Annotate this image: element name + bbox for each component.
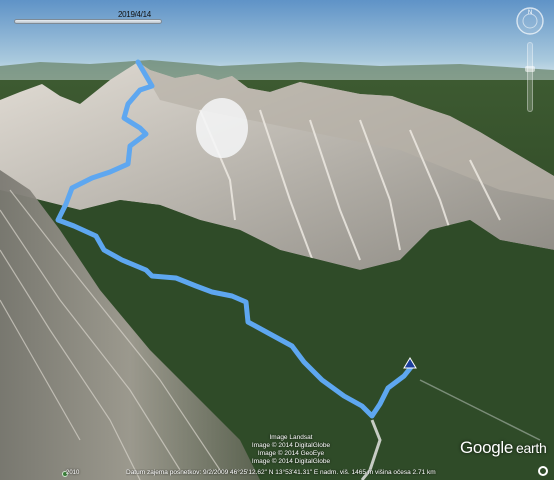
status-readout: Datum zajema posnetkov: 9/2/2009 46°25'1…: [126, 469, 436, 476]
compass-icon[interactable]: N: [515, 6, 545, 36]
credit-line: Image © 2014 GeoEye: [257, 450, 325, 457]
google-earth-logo: Google earth: [460, 438, 547, 458]
credit-line: Image Landsat: [269, 434, 313, 441]
imagery-credits: Image Landsat Image © 2014 DigitalGlobe …: [236, 434, 346, 466]
navigation-controls: N: [512, 6, 548, 126]
terrain-view[interactable]: [0, 0, 554, 480]
credit-line: Image © 2014 DigitalGlobe: [251, 442, 331, 449]
logo-earth: earth: [516, 440, 547, 456]
svg-text:N: N: [528, 10, 532, 16]
time-slider[interactable]: 2019/4/14: [14, 10, 162, 26]
imagery-year: 2010: [66, 470, 80, 476]
map-viewport[interactable]: 2019/4/14 N Image Landsat Image © 2014 D…: [0, 0, 554, 480]
cloud: [196, 98, 248, 158]
time-slider-track[interactable]: [14, 19, 162, 24]
time-slider-label: 2019/4/14: [118, 10, 151, 19]
zoom-slider-knob[interactable]: [525, 66, 535, 72]
street-view-icon[interactable]: [538, 466, 548, 476]
logo-google: Google: [460, 438, 514, 457]
credit-line: Image © 2014 DigitalGlobe: [251, 458, 331, 465]
zoom-slider[interactable]: [527, 42, 533, 112]
